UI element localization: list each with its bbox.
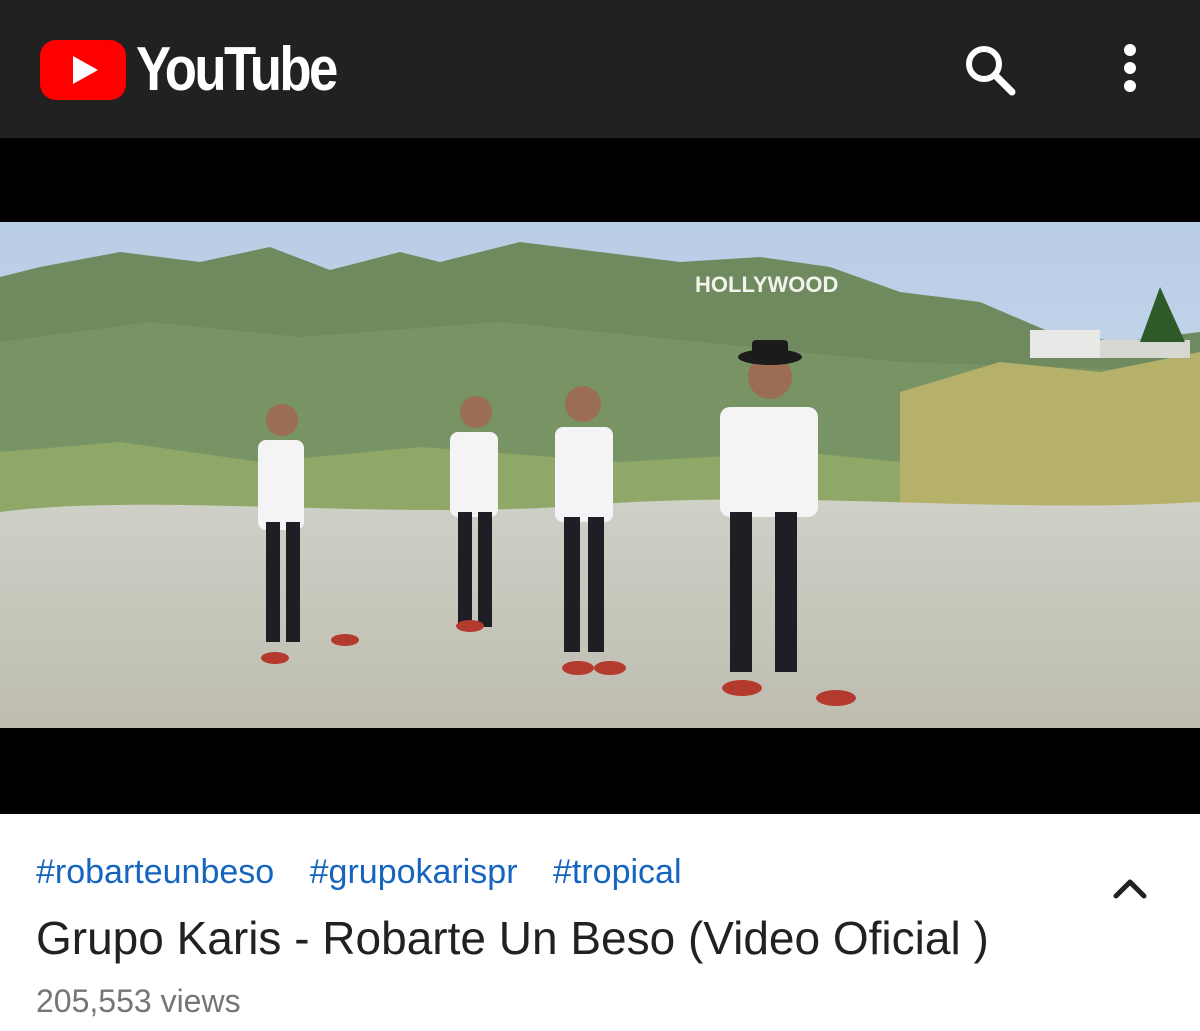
youtube-logo[interactable]: YouTube: [40, 35, 371, 104]
hashtag-link[interactable]: #tropical: [553, 853, 682, 891]
view-count: 205,553 views: [36, 983, 241, 1019]
hashtag-link[interactable]: #grupokarispr: [310, 853, 518, 891]
youtube-wordmark: YouTube: [136, 35, 338, 104]
video-frame[interactable]: HOLLYWOOD: [0, 222, 1200, 728]
top-app-bar: YouTube: [0, 0, 1200, 138]
youtube-logo-icon: [40, 40, 126, 100]
search-icon[interactable]: [960, 40, 1020, 100]
hollywood-sign: HOLLYWOOD: [695, 272, 838, 297]
video-title[interactable]: Grupo Karis - Robarte Un Beso (Video Ofi…: [36, 910, 1126, 966]
chevron-up-icon[interactable]: [1108, 866, 1152, 910]
hashtag-link[interactable]: #robarteunbeso: [36, 853, 274, 891]
more-vert-icon[interactable]: [1110, 40, 1150, 100]
hashtag-list: #robarteunbeso #grupokarispr #tropical: [36, 852, 708, 892]
video-info-panel: #robarteunbeso #grupokarispr #tropical G…: [0, 814, 1200, 1031]
video-player[interactable]: HOLLYWOOD: [0, 138, 1200, 814]
